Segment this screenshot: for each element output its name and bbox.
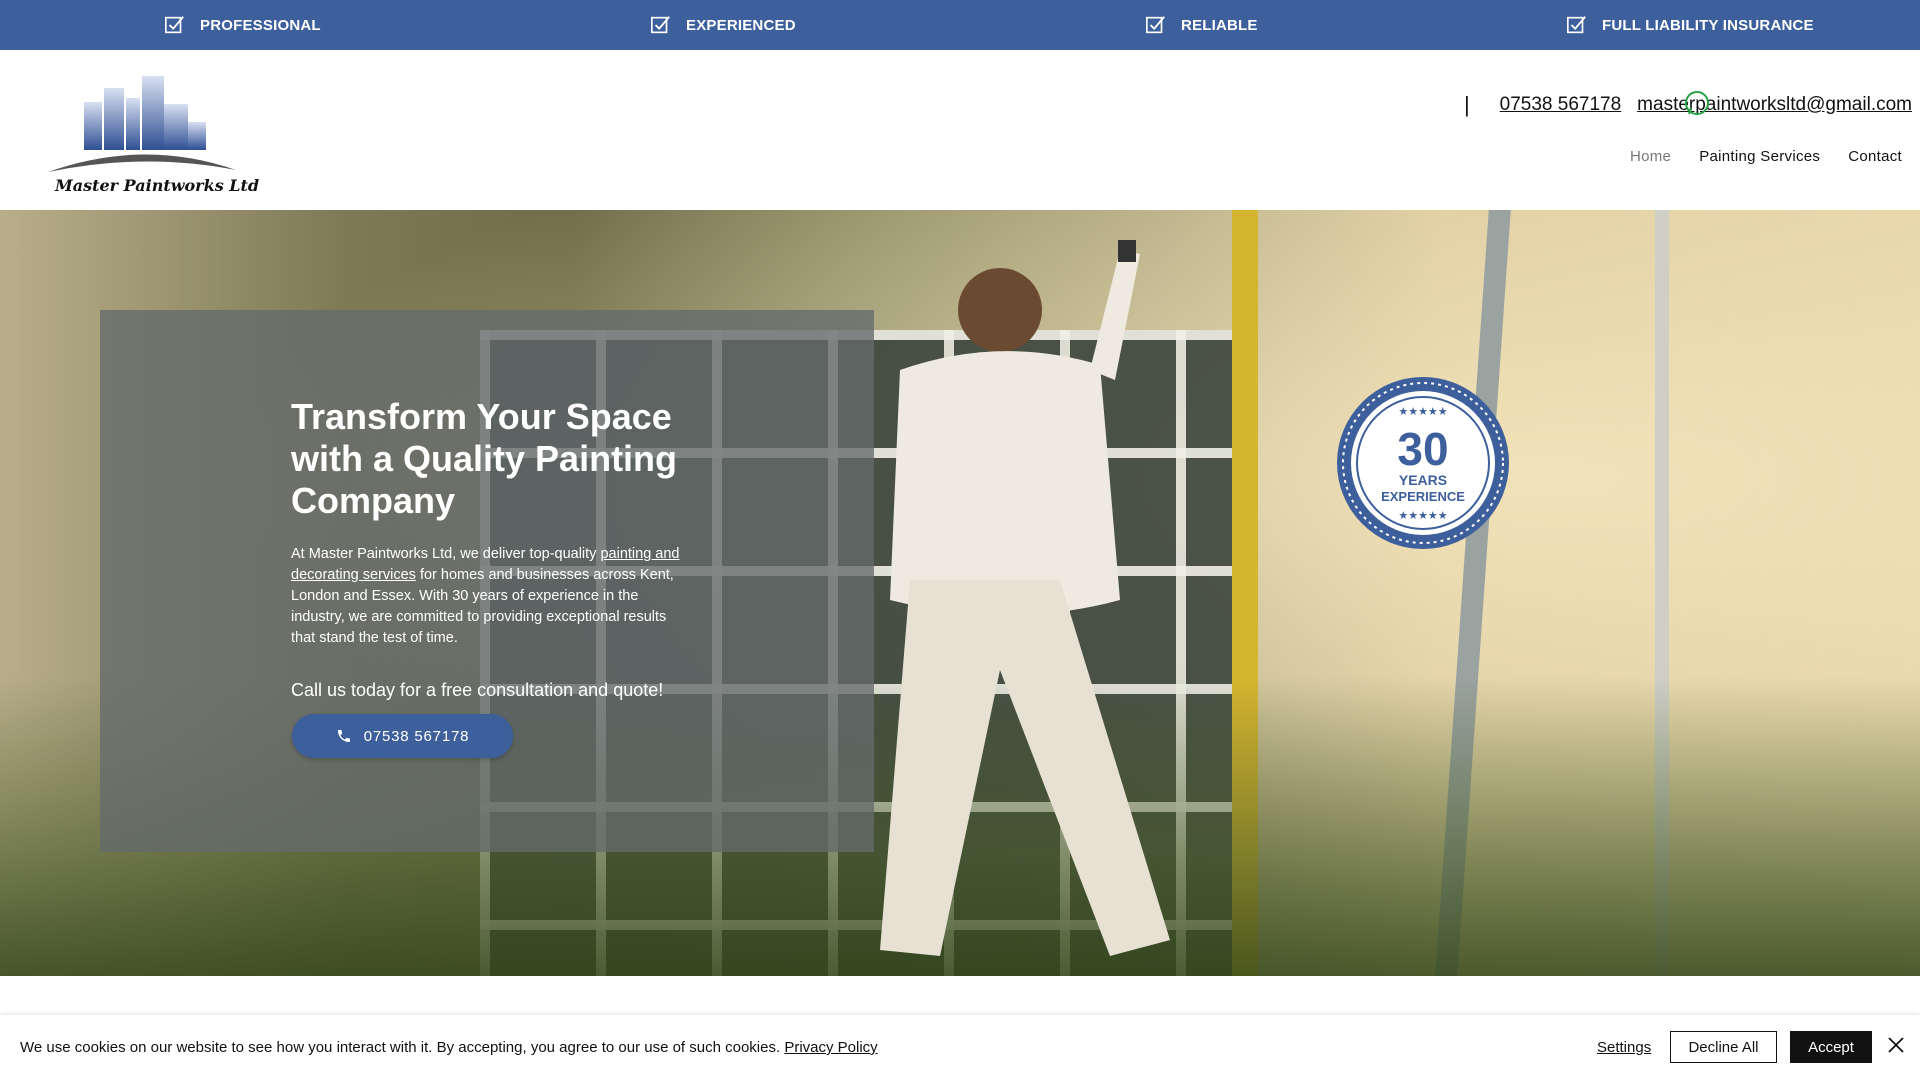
topbar-label: PROFESSIONAL [200,16,321,34]
topbar-label: EXPERIENCED [686,16,796,34]
accept-button[interactable]: Accept [1790,1031,1872,1063]
badge-number: 30 [1397,423,1448,475]
cookie-message: We use cookies on our website to see how… [20,1039,781,1056]
badge-line1: YEARS [1399,472,1447,488]
topbar-item-insurance: FULL LIABILITY INSURANCE [1566,0,1814,50]
checkbox-icon [1567,16,1586,34]
site-header: Master Paintworks Ltd | 07538 567178 mas… [0,50,1920,210]
svg-text:★★★★★: ★★★★★ [1398,405,1447,418]
svg-text:★★★★★: ★★★★★ [1398,509,1447,522]
checkbox-icon [1146,16,1165,34]
separator: | [1463,92,1470,117]
cookie-banner: We use cookies on our website to see how… [0,1015,1920,1080]
topbar-label: FULL LIABILITY INSURANCE [1602,16,1814,34]
email-link[interactable]: masterpaintworksltd@gmail.com [1637,94,1912,116]
badge-line2: EXPERIENCE [1381,489,1465,504]
hero-description: At Master Paintworks Ltd, we deliver top… [291,544,691,649]
phone-link[interactable]: 07538 567178 [1500,94,1622,116]
painter-figure [880,240,1170,956]
nav-painting-services[interactable]: Painting Services [1699,148,1820,165]
phone-icon [337,730,350,742]
hero-cta-text: Call us today for a free consultation an… [291,680,664,700]
nav-contact[interactable]: Contact [1848,148,1902,165]
hero-title: Transform Your Space with a Quality Pain… [291,396,678,521]
top-bar: PROFESSIONAL EXPERIENCED RELIABLE FULL L… [0,0,1920,50]
decline-all-button[interactable]: Decline All [1670,1031,1777,1063]
main-nav: Home Painting Services Contact [1630,148,1902,165]
checkbox-icon [165,16,184,34]
nav-home[interactable]: Home [1630,148,1671,165]
topbar-item-professional: PROFESSIONAL [164,0,321,50]
experience-badge: ★★★★★ 30 YEARS EXPERIENCE ★★★★★ [1337,377,1509,549]
cookie-settings-link[interactable]: Settings [1597,1039,1651,1056]
privacy-policy-link[interactable]: Privacy Policy [784,1039,877,1056]
hero-text-part: At Master Paintworks Ltd, we deliver top… [291,546,601,562]
topbar-item-experienced: EXPERIENCED [650,0,796,50]
close-icon[interactable] [1887,1036,1905,1054]
logo-text: Master Paintworks Ltd [55,176,260,195]
hero-section: Transform Your Space with a Quality Pain… [0,210,1920,976]
cookie-text: We use cookies on our website to see how… [20,1039,878,1056]
checkbox-icon [651,16,670,34]
topbar-item-reliable: RELIABLE [1145,0,1258,50]
topbar-label: RELIABLE [1181,16,1258,34]
call-button[interactable]: 07538 567178 [292,714,513,758]
call-button-label: 07538 567178 [363,727,470,745]
whatsapp-icon[interactable] [1683,90,1711,118]
